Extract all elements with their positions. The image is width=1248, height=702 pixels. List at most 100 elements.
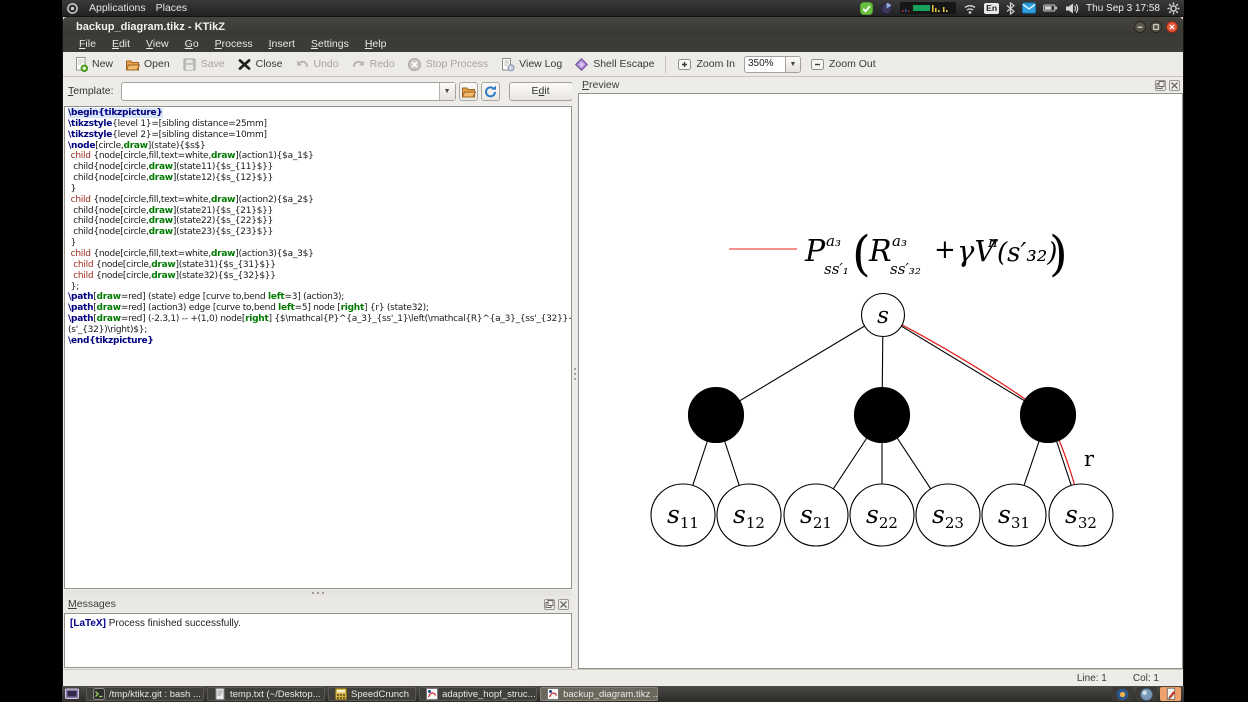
menu-edit[interactable]: Edit bbox=[104, 38, 138, 50]
toolbar-button-label: Zoom In bbox=[696, 58, 735, 70]
titlebar[interactable]: backup_diagram.tikz - KTikZ bbox=[63, 17, 1183, 36]
session-gear-icon[interactable] bbox=[1167, 1, 1180, 15]
minimize-button[interactable] bbox=[1134, 20, 1146, 33]
toolbar: New Open Save Close Undo Redo Stop Process View… bbox=[63, 52, 1183, 77]
close-button[interactable]: Close bbox=[231, 55, 289, 74]
messages-panel-header: Messages bbox=[64, 596, 572, 612]
code-line: \path[draw=red] (action3) edge [curve to… bbox=[68, 303, 429, 314]
keyboard-layout-indicator[interactable]: En bbox=[984, 2, 1000, 14]
open-button[interactable]: Open bbox=[119, 55, 176, 74]
status-line-indicator: Line: 1 bbox=[1076, 673, 1107, 684]
applications-menu[interactable]: Applications bbox=[89, 2, 146, 14]
firefox-icon[interactable] bbox=[1112, 687, 1133, 701]
save-icon bbox=[182, 57, 197, 72]
updates-ok-icon[interactable] bbox=[860, 1, 874, 15]
code-line: child{node[circle,draw](state22){$s_{22}… bbox=[68, 216, 274, 227]
template-edit-button[interactable]: Ed it bbox=[508, 81, 573, 101]
undo-icon bbox=[295, 57, 310, 72]
messages-close-button[interactable] bbox=[558, 598, 569, 610]
code-line: child {node[circle,fill,text=white,draw]… bbox=[70, 151, 314, 162]
zoom-combo-arrow[interactable]: ▼ bbox=[785, 56, 800, 72]
zoom-level-value[interactable]: 350% bbox=[745, 57, 785, 72]
clock[interactable]: Thu Sep 3 17:58 bbox=[1086, 3, 1160, 14]
zoom-level-combo[interactable]: 350% ▼ bbox=[744, 55, 801, 73]
task-button-label: /tmp/ktikz.git : bash ... bbox=[109, 688, 201, 700]
zoom-in-button[interactable]: Zoom In bbox=[671, 55, 741, 74]
message-source-badge: [LaTeX] bbox=[70, 618, 106, 629]
template-reload-button[interactable] bbox=[480, 81, 500, 101]
close-window-button[interactable] bbox=[1166, 20, 1178, 33]
menu-view[interactable]: View bbox=[138, 38, 177, 50]
task-button-2[interactable]: temp.txt (~/Desktop... bbox=[207, 687, 325, 701]
template-combo[interactable]: ▼ bbox=[120, 81, 456, 101]
menu-insert[interactable]: Insert bbox=[261, 38, 303, 50]
new-document-icon bbox=[73, 56, 88, 72]
toolbar-button-label: Zoom Out bbox=[829, 58, 876, 70]
mail-icon[interactable] bbox=[1022, 2, 1037, 14]
task-button-4[interactable]: adaptive_hopf_struc... bbox=[419, 687, 538, 701]
messages-log: [LaTeX] Process finished successfully. bbox=[64, 613, 572, 668]
open-folder-icon bbox=[125, 57, 141, 72]
menu-file[interactable]: File bbox=[71, 38, 104, 50]
menubar: File Edit View Go Process Insert Settings Help bbox=[63, 36, 1183, 52]
shell-escape-button[interactable]: Shell Escape bbox=[568, 55, 660, 74]
task-button-5[interactable]: backup_diagram.tikz ... bbox=[540, 687, 659, 701]
time-tracker-icon[interactable] bbox=[880, 1, 893, 15]
zoom-out-button[interactable]: Zoom Out bbox=[804, 55, 882, 74]
terminal-icon bbox=[93, 688, 105, 700]
code-line: child {node[circle,draw](state31){$s_{31… bbox=[73, 259, 276, 270]
preview-close-button[interactable] bbox=[1169, 79, 1180, 91]
bluetooth-icon[interactable] bbox=[1006, 1, 1016, 15]
code-line: child {node[circle,fill,text=white,draw]… bbox=[70, 194, 314, 205]
preview-float-button[interactable] bbox=[1155, 79, 1166, 91]
code-editor[interactable]: \begin{tikzpicture} \tikzstyle{level 1}=[… bbox=[64, 106, 572, 589]
formula-fragment: a₃ bbox=[826, 232, 841, 250]
app-orb-icon[interactable] bbox=[1136, 687, 1157, 701]
template-combo-arrow[interactable]: ▼ bbox=[438, 82, 455, 100]
show-desktop-icon[interactable] bbox=[65, 688, 80, 701]
toolbar-button-label: Undo bbox=[313, 58, 339, 70]
zoom-out-icon bbox=[810, 57, 825, 72]
menu-go[interactable]: Go bbox=[177, 38, 207, 50]
new-button[interactable]: New bbox=[67, 55, 119, 74]
task-button-1[interactable]: /tmp/ktikz.git : bash ... bbox=[86, 687, 204, 701]
task-button-label: backup_diagram.tikz ... bbox=[563, 688, 659, 700]
menu-help[interactable]: Help bbox=[357, 38, 395, 50]
top-panel: Applications Places En Thu Sep 3 17:58 bbox=[62, 0, 1184, 16]
code-line: \end{tikzpicture} bbox=[68, 335, 154, 346]
code-line: \path[draw=red] (-2.3,1) -- +(1,0) node[… bbox=[68, 314, 571, 325]
messages-float-button[interactable] bbox=[544, 598, 555, 610]
view-log-button[interactable]: View Log bbox=[494, 55, 568, 74]
formula-fragment: ( bbox=[852, 226, 871, 282]
formula-fragment: + bbox=[934, 235, 956, 265]
preview-panel-header: Preview bbox=[578, 77, 1183, 93]
zoom-in-icon bbox=[677, 57, 692, 72]
code-line: } bbox=[68, 238, 77, 249]
window-title: backup_diagram.tikz - KTikZ bbox=[76, 20, 225, 33]
active-app-icon[interactable] bbox=[1160, 687, 1181, 701]
menu-process[interactable]: Process bbox=[207, 38, 261, 50]
formula-fragment: R bbox=[868, 234, 892, 269]
distributor-logo-icon[interactable] bbox=[66, 2, 79, 15]
maximize-button[interactable] bbox=[1150, 20, 1162, 33]
ktikz-icon bbox=[547, 688, 560, 700]
toolbar-separator bbox=[665, 55, 667, 73]
places-menu[interactable]: Places bbox=[156, 2, 188, 14]
toolbar-button-label: Close bbox=[255, 58, 283, 70]
audio-spectrum-icon[interactable] bbox=[900, 2, 957, 14]
toolbar-button-label: View Log bbox=[519, 58, 563, 70]
formula-fragment: ss′₃₂ bbox=[890, 260, 921, 278]
template-open-button[interactable] bbox=[458, 81, 478, 101]
task-button-3[interactable]: SpeedCrunch bbox=[328, 687, 417, 701]
code-line: }; bbox=[68, 281, 80, 292]
volume-icon[interactable] bbox=[1065, 2, 1079, 15]
wifi-icon[interactable] bbox=[963, 2, 977, 15]
toolbar-button-label: New bbox=[92, 58, 114, 70]
battery-icon[interactable] bbox=[1043, 2, 1058, 14]
code-line: child{node[circle,draw](state12){$s_{12}… bbox=[68, 173, 274, 184]
menu-settings[interactable]: Settings bbox=[303, 38, 357, 50]
system-tray: En Thu Sep 3 17:58 bbox=[860, 1, 1184, 15]
task-button-label: SpeedCrunch bbox=[351, 688, 410, 700]
preview-canvas: Pa₃ ss′₁(Ra₃ ss′₃₂ + γV π (s′₃₂)) s a1 a2 a3 s11 s12… bbox=[578, 93, 1183, 669]
template-input[interactable] bbox=[122, 83, 439, 100]
